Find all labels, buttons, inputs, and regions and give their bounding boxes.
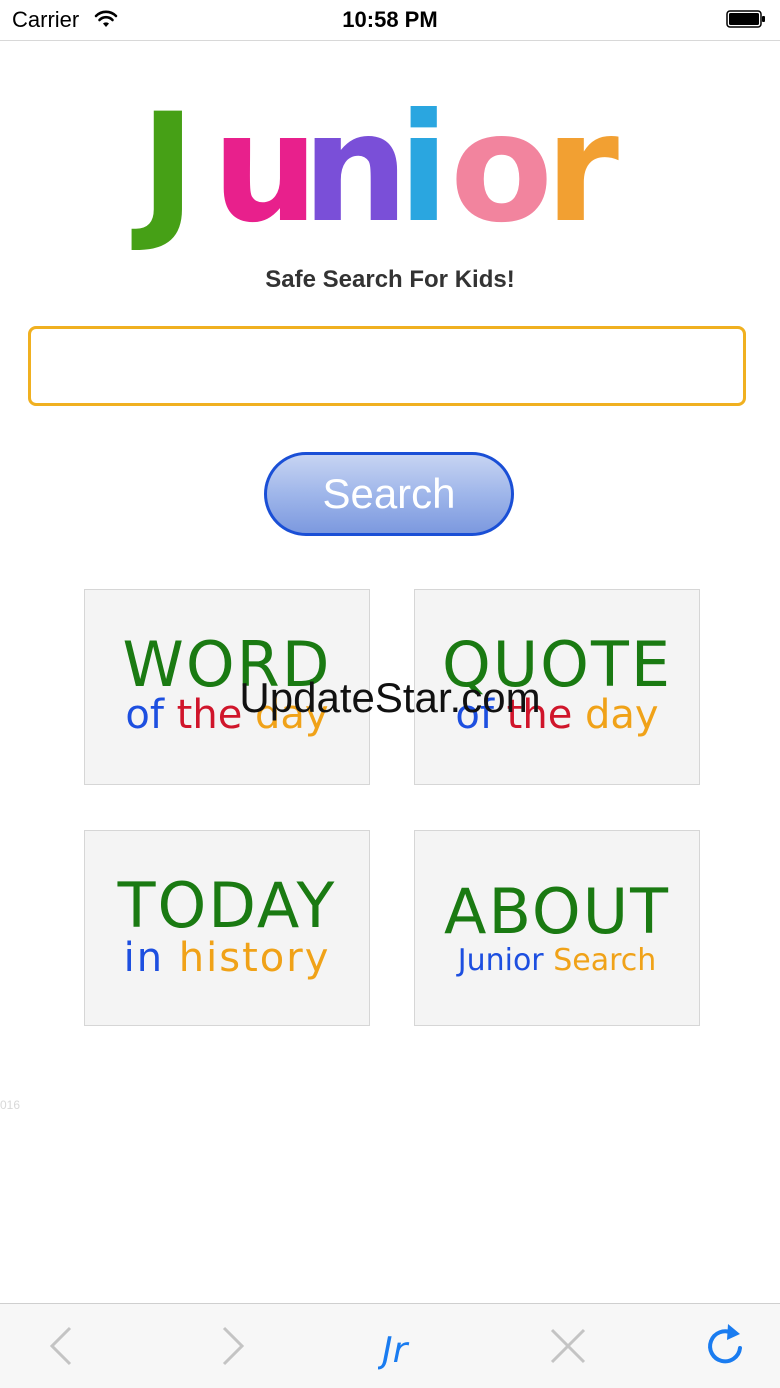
tile-title: ABOUT: [444, 875, 670, 948]
tile-subtitle: Junior Search: [457, 943, 657, 978]
logo-letter: i: [398, 82, 449, 250]
logo-letter: r: [545, 82, 619, 250]
home-label: Jr: [378, 1330, 410, 1370]
tile-subtitle: of the day: [455, 692, 659, 738]
back-arrow-icon[interactable]: [38, 1322, 86, 1370]
tile-title: QUOTE: [441, 628, 673, 701]
battery-icon: [726, 10, 765, 28]
quote-of-the-day-tile[interactable]: QUOTE of the day: [414, 589, 700, 785]
bottom-toolbar: Jr: [0, 1303, 780, 1388]
close-icon[interactable]: [544, 1322, 592, 1370]
search-button[interactable]: Search: [264, 452, 514, 536]
word-of-the-day-tile[interactable]: WORD of the day: [84, 589, 370, 785]
logo-letter: J: [131, 82, 196, 250]
tile-title: TODAY: [117, 869, 337, 942]
reload-icon[interactable]: [702, 1322, 750, 1370]
search-input[interactable]: [28, 326, 746, 406]
tile-title: WORD: [122, 628, 332, 701]
clock: 10:58 PM: [342, 7, 438, 32]
forward-arrow-icon[interactable]: [208, 1322, 256, 1370]
junior-logo: J u n i o r: [131, 82, 619, 250]
tile-subtitle: in history: [123, 935, 331, 981]
logo-letter: n: [302, 82, 409, 250]
logo-letter: o: [450, 82, 553, 250]
tile-subtitle: of the day: [125, 692, 329, 738]
faint-text: 016: [0, 1098, 21, 1112]
today-in-history-tile[interactable]: TODAY in history: [84, 830, 370, 1026]
tagline: Safe Search For Kids!: [265, 266, 515, 293]
status-bar: Carrier 10:58 PM: [0, 0, 780, 41]
junior-home-icon[interactable]: Jr: [378, 1322, 426, 1370]
about-junior-search-tile[interactable]: ABOUT Junior Search: [414, 830, 700, 1026]
